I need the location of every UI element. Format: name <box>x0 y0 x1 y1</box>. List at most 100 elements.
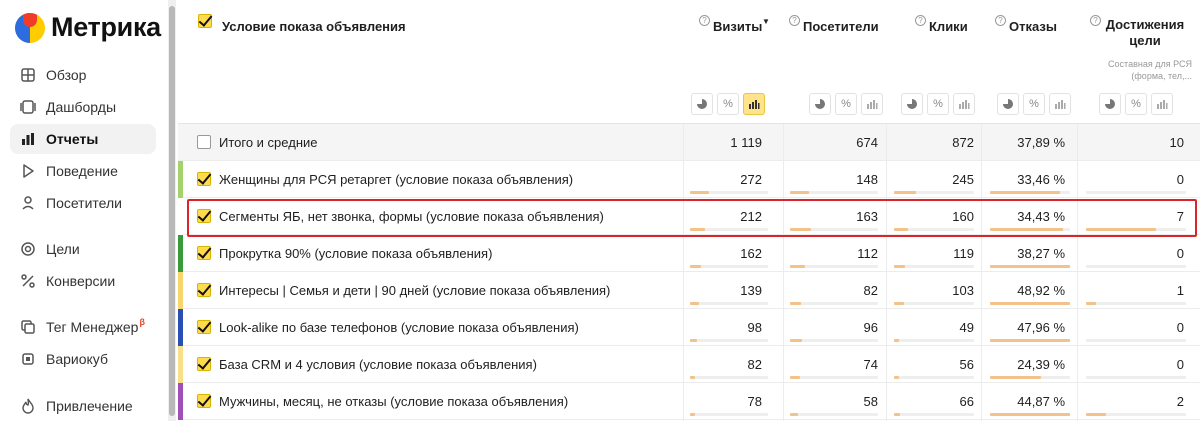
metric-header-visits[interactable]: ? Визиты ▼ % <box>683 0 783 124</box>
table-row[interactable]: Сегменты ЯБ, нет звонка, формы (условие … <box>178 198 1200 235</box>
share-bar <box>990 302 1070 305</box>
table-row[interactable]: База CRM и 4 условия (условие показа объ… <box>178 346 1200 383</box>
share-bar-fill <box>690 413 695 416</box>
row-checkbox[interactable] <box>197 320 211 334</box>
goal-subtitle: Составная для РСЯ (форма, тел,... <box>1108 59 1192 81</box>
share-bar <box>894 302 974 305</box>
share-bar <box>990 191 1070 194</box>
row-checkbox[interactable] <box>197 283 211 297</box>
sidebar-item-behavior[interactable]: Поведение <box>10 156 156 186</box>
table-row[interactable]: Женщины для РСЯ ретаргет (условие показа… <box>178 161 1200 198</box>
help-icon[interactable]: ? <box>789 15 800 26</box>
row-label[interactable]: Look-alike по базе телефонов (условие по… <box>219 309 579 346</box>
metric-name: Отказы <box>1009 19 1057 34</box>
row-label[interactable]: Сегменты ЯБ, нет звонка, формы (условие … <box>219 198 604 235</box>
table-row[interactable]: Look-alike по базе телефонов (условие по… <box>178 309 1200 346</box>
sort-desc-icon[interactable]: ▼ <box>762 17 770 26</box>
row-checkbox[interactable] <box>197 394 211 408</box>
dashboard-icon <box>20 99 36 115</box>
sidebar-item-visitors[interactable]: Посетители <box>10 188 156 218</box>
sidebar-item-acquisition[interactable]: Привлечение <box>10 391 156 421</box>
select-all-checkbox[interactable] <box>198 14 212 28</box>
share-bar <box>790 302 878 305</box>
share-bar-fill <box>894 302 904 305</box>
row-label[interactable]: Прокрутка 90% (условие показа объявления… <box>219 235 492 272</box>
help-icon[interactable]: ? <box>699 15 710 26</box>
share-bar-fill <box>790 302 801 305</box>
metric-header-clicks[interactable]: ? Клики % <box>886 0 981 124</box>
pie-chart-icon[interactable] <box>1099 93 1121 115</box>
sidebar-item-conversions[interactable]: Конверсии <box>10 266 156 296</box>
metric-header-bounces[interactable]: ? Отказы % <box>981 0 1077 124</box>
totals-row[interactable]: Итого и средние 1 119 674 872 37,89 % 10 <box>178 124 1200 161</box>
sidebar-item-variocube[interactable]: Вариокуб <box>10 344 156 374</box>
dimension-header[interactable]: Условие показа объявления <box>178 0 683 124</box>
share-bar <box>690 191 768 194</box>
percent-toggle-icon[interactable]: % <box>717 93 739 115</box>
sidebar-item-label: Тег Менеджер <box>46 319 139 335</box>
series-color-stripe <box>178 346 183 383</box>
share-bar <box>894 376 974 379</box>
row-checkbox[interactable] <box>197 172 211 186</box>
metric-name: Достижения цели <box>1105 17 1185 48</box>
row-checkbox[interactable] <box>197 135 211 149</box>
metric-header-goal-reaches[interactable]: ? Достижения цели Составная для РСЯ (фор… <box>1077 0 1200 124</box>
row-label[interactable]: База CRM и 4 условия (условие показа объ… <box>219 346 537 383</box>
table-row[interactable]: Интересы | Семья и дети | 90 дней (услов… <box>178 272 1200 309</box>
share-bar-fill <box>894 376 899 379</box>
share-bar <box>1086 376 1186 379</box>
help-icon[interactable]: ? <box>995 15 1006 26</box>
row-checkbox[interactable] <box>197 357 211 371</box>
sidebar-item-label: Отчеты <box>46 131 99 147</box>
bar-chart-icon[interactable] <box>743 93 765 115</box>
metric-name: Клики <box>929 19 968 34</box>
dimension-title: Условие показа объявления <box>222 19 406 34</box>
beta-badge: β <box>139 317 145 327</box>
share-bar-fill <box>790 191 809 194</box>
app-logo[interactable]: Метрика <box>15 12 161 43</box>
table-row[interactable]: Прокрутка 90% (условие показа объявления… <box>178 235 1200 272</box>
pie-chart-icon[interactable] <box>901 93 923 115</box>
share-bar <box>894 191 974 194</box>
sidebar-item-dashboards[interactable]: Дашборды <box>10 92 156 122</box>
share-bar-fill <box>894 228 908 231</box>
series-color-stripe <box>178 383 183 420</box>
column-divider <box>783 124 784 421</box>
sidebar-item-goals[interactable]: Цели <box>10 234 156 264</box>
pie-chart-icon[interactable] <box>997 93 1019 115</box>
bar-chart-icon[interactable] <box>953 93 975 115</box>
scrollbar-thumb[interactable] <box>169 6 175 416</box>
metric-header-visitors[interactable]: ? Посетители % <box>783 0 886 124</box>
share-bar <box>1086 265 1186 268</box>
target-icon <box>20 241 36 257</box>
series-color-stripe <box>178 198 183 235</box>
sidebar-item-tag-manager[interactable]: Тег Менеджер β <box>10 312 156 342</box>
pie-chart-icon[interactable] <box>691 93 713 115</box>
share-bar-fill <box>990 413 1070 416</box>
share-bar <box>894 228 974 231</box>
share-bar-fill <box>894 191 916 194</box>
pie-chart-icon[interactable] <box>809 93 831 115</box>
table-row[interactable]: Мужчины, месяц, не отказы (условие показ… <box>178 383 1200 420</box>
bar-chart-icon[interactable] <box>1151 93 1173 115</box>
row-checkbox[interactable] <box>197 246 211 260</box>
bar-chart-icon[interactable] <box>1049 93 1071 115</box>
percent-toggle-icon[interactable]: % <box>1125 93 1147 115</box>
bar-chart-icon[interactable] <box>861 93 883 115</box>
row-label[interactable]: Женщины для РСЯ ретаргет (условие показа… <box>219 161 573 198</box>
share-bar-fill <box>790 228 811 231</box>
share-bar <box>1086 339 1186 342</box>
row-label[interactable]: Мужчины, месяц, не отказы (условие показ… <box>219 383 568 420</box>
share-bar-fill <box>690 191 709 194</box>
sidebar-item-overview[interactable]: Обзор <box>10 60 156 90</box>
percent-toggle-icon[interactable]: % <box>927 93 949 115</box>
percent-toggle-icon[interactable]: % <box>1023 93 1045 115</box>
row-checkbox[interactable] <box>197 209 211 223</box>
share-bar-fill <box>690 265 701 268</box>
sidebar-item-reports[interactable]: Отчеты <box>10 124 156 154</box>
row-label[interactable]: Интересы | Семья и дети | 90 дней (услов… <box>219 272 610 309</box>
percent-toggle-icon[interactable]: % <box>835 93 857 115</box>
share-bar-fill <box>790 376 800 379</box>
share-bar-fill <box>990 191 1060 194</box>
help-icon[interactable]: ? <box>915 15 926 26</box>
